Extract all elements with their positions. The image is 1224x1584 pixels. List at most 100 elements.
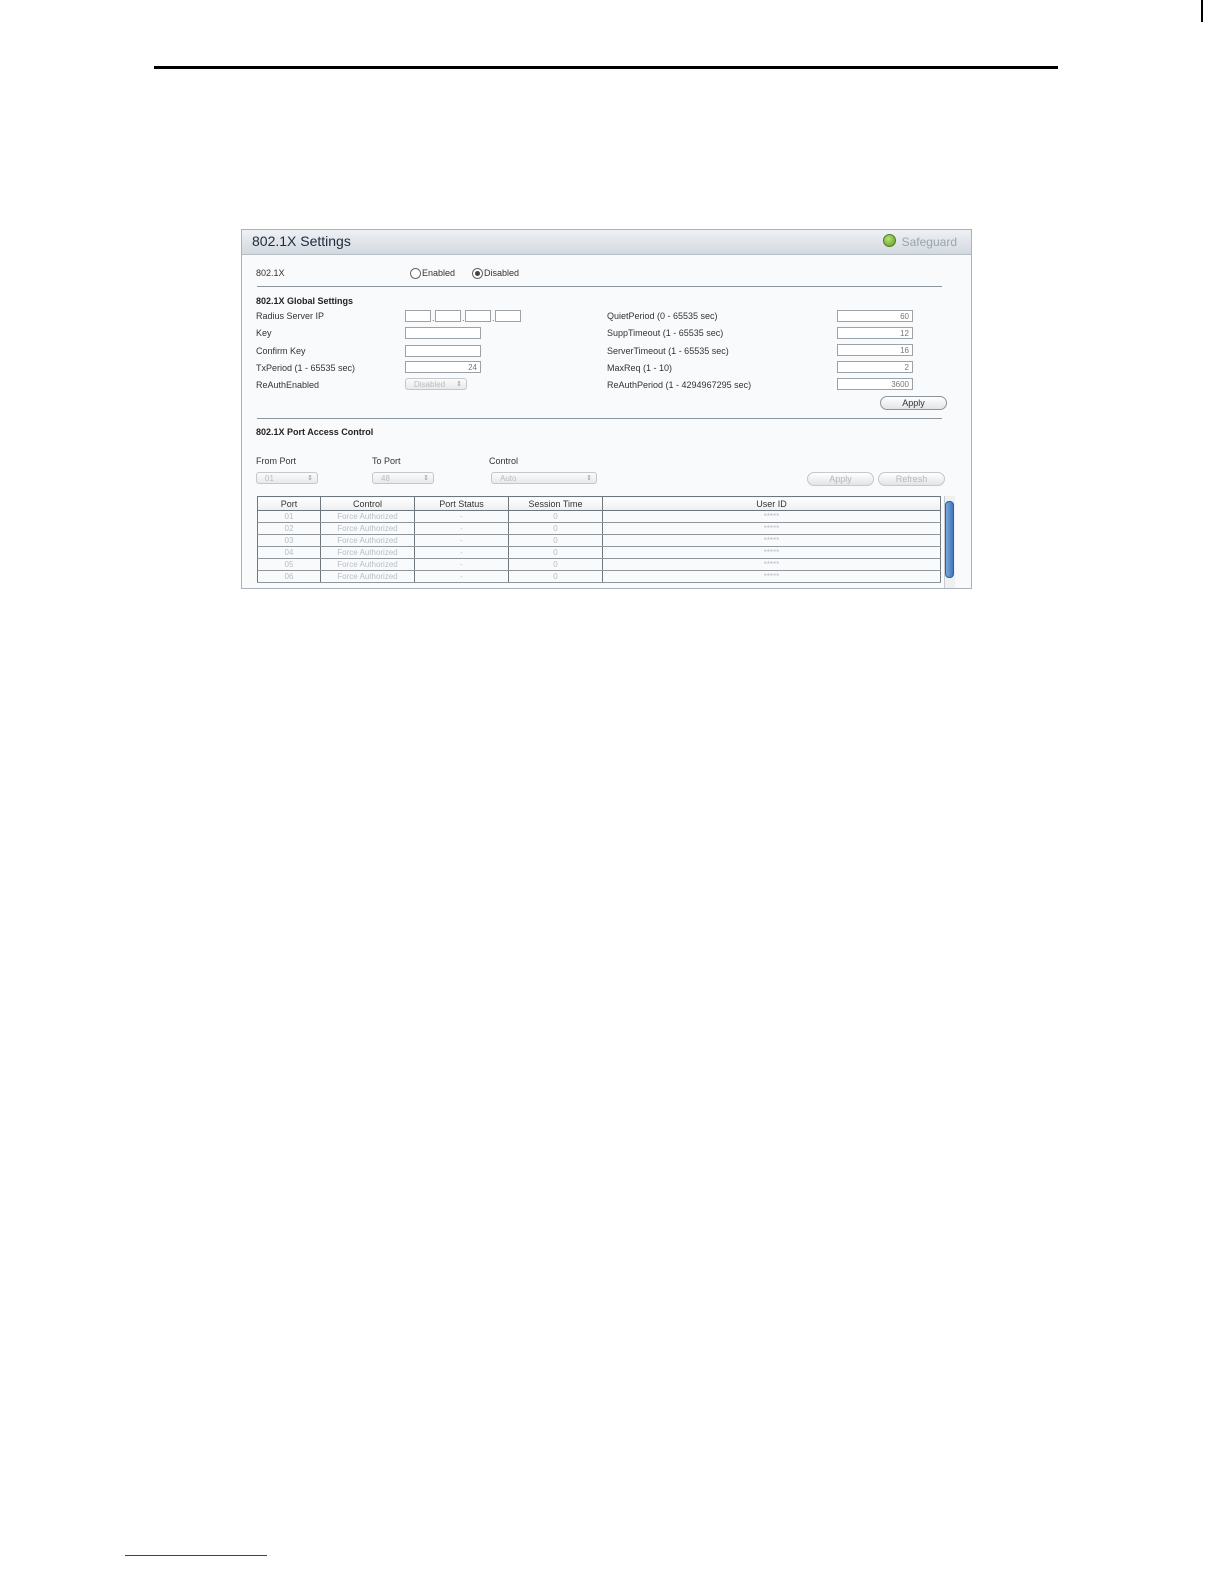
cell-session-time: 0 (508, 510, 603, 523)
cell-user-id: ***** (602, 534, 941, 547)
quiet-period-input[interactable]: 60 (837, 310, 913, 322)
port-apply-button[interactable]: Apply (807, 472, 874, 486)
cell-control: Force Authorized (320, 546, 415, 559)
cell-session-time: 0 (508, 534, 603, 547)
cell-session-time: 0 (508, 570, 603, 583)
radius-ip-octet-2[interactable] (435, 310, 461, 322)
cell-user-id: ***** (602, 510, 941, 523)
cell-port-status: - (414, 522, 509, 535)
port-access-title: 802.1X Port Access Control (256, 427, 374, 437)
supp-timeout-label: SuppTimeout (1 - 65535 sec) (607, 328, 724, 338)
to-port-label: To Port (372, 456, 401, 466)
select-arrow-icon: ⇕ (456, 381, 462, 388)
disabled-radio-label[interactable]: Disabled (484, 268, 519, 278)
cell-user-id: ***** (602, 522, 941, 535)
cell-control: Force Authorized (320, 570, 415, 583)
footnote-link-underline (125, 1555, 267, 1556)
key-label: Key (256, 328, 272, 338)
cell-session-time: 0 (508, 522, 603, 535)
cell-port: 02 (257, 522, 321, 535)
max-req-label: MaxReq (1 - 10) (607, 363, 673, 373)
cell-user-id: ***** (602, 558, 941, 571)
cell-control: Force Authorized (320, 558, 415, 571)
col-header-session-time[interactable]: Session Time (508, 496, 603, 511)
reauth-enabled-label: ReAuthEnabled (256, 380, 320, 390)
col-header-control[interactable]: Control (320, 496, 415, 511)
table-row[interactable]: 05 Force Authorized - 0 ***** (257, 558, 941, 571)
txperiod-label: TxPeriod (1 - 65535 sec) (256, 363, 356, 373)
port-access-table: Port Control Port Status Session Time Us… (257, 496, 941, 583)
col-header-user-id[interactable]: User ID (602, 496, 941, 511)
cell-session-time: 0 (508, 546, 603, 559)
to-port-select[interactable]: 48 ⇕ (372, 472, 434, 484)
cell-port-status: - (414, 546, 509, 559)
to-port-value: 48 (381, 474, 390, 483)
page-edge-mark (1201, 0, 1203, 22)
control-value: Auto (500, 474, 517, 483)
cell-control: Force Authorized (320, 510, 415, 523)
table-header-row: Port Control Port Status Session Time Us… (257, 496, 941, 511)
settings-panel: 802.1X Settings Safeguard 802.1X Enabled… (241, 229, 972, 589)
page-title: 802.1X Settings (252, 233, 351, 249)
enabled-radio-label[interactable]: Enabled (422, 268, 455, 278)
panel-header: 802.1X Settings Safeguard (242, 230, 971, 255)
radius-ip-octet-4[interactable] (495, 310, 521, 322)
safeguard-indicator: Safeguard (882, 234, 957, 249)
disabled-radio[interactable] (472, 268, 483, 279)
supp-timeout-input[interactable]: 12 (837, 327, 913, 339)
confirm-key-input[interactable] (405, 345, 481, 357)
table-scrollbar-thumb[interactable] (945, 501, 954, 578)
divider (257, 286, 942, 287)
header-rule (154, 66, 1058, 69)
cell-port-status: - (414, 558, 509, 571)
cell-port: 06 (257, 570, 321, 583)
control-select[interactable]: Auto ⇕ (491, 472, 597, 484)
server-timeout-input[interactable]: 16 (837, 344, 913, 356)
safeguard-icon (882, 234, 896, 247)
cell-port-status: - (414, 570, 509, 583)
quiet-period-label: QuietPeriod (0 - 65535 sec) (607, 311, 718, 321)
dot1x-label: 802.1X (256, 268, 285, 278)
cell-port-status: - (414, 534, 509, 547)
cell-port: 03 (257, 534, 321, 547)
reauth-enabled-select[interactable]: Disabled ⇕ (405, 378, 467, 390)
cell-user-id: ***** (602, 546, 941, 559)
global-apply-button[interactable]: Apply (880, 396, 947, 410)
key-input[interactable] (405, 327, 481, 339)
txperiod-input[interactable]: 24 (405, 361, 481, 373)
cell-control: Force Authorized (320, 534, 415, 547)
cell-port: 01 (257, 510, 321, 523)
cell-control: Force Authorized (320, 522, 415, 535)
global-settings-title: 802.1X Global Settings (256, 296, 354, 306)
table-row[interactable]: 04 Force Authorized - 0 ***** (257, 546, 941, 559)
cell-port: 04 (257, 546, 321, 559)
radius-ip-octet-3[interactable] (465, 310, 491, 322)
reauth-period-label: ReAuthPeriod (1 - 4294967295 sec) (607, 380, 752, 390)
reauth-period-input[interactable]: 3600 (837, 378, 913, 390)
max-req-input[interactable]: 2 (837, 361, 913, 373)
select-arrow-icon: ⇕ (586, 475, 592, 482)
from-port-value: 01 (265, 474, 274, 483)
from-port-select[interactable]: 01 ⇕ (256, 472, 318, 484)
table-row[interactable]: 06 Force Authorized - 0 ***** (257, 570, 941, 583)
from-port-label: From Port (256, 456, 297, 466)
col-header-port[interactable]: Port (257, 496, 321, 511)
confirm-key-label: Confirm Key (256, 346, 306, 356)
cell-port-status: - (414, 510, 509, 523)
cell-port: 05 (257, 558, 321, 571)
radius-ip-octet-1[interactable] (405, 310, 431, 322)
select-arrow-icon: ⇕ (423, 475, 429, 482)
select-arrow-icon: ⇕ (307, 475, 313, 482)
table-row[interactable]: 03 Force Authorized - 0 ***** (257, 534, 941, 547)
divider (257, 418, 942, 419)
safeguard-label: Safeguard (901, 235, 957, 249)
server-timeout-label: ServerTimeout (1 - 65535 sec) (607, 346, 729, 356)
col-header-port-status[interactable]: Port Status (414, 496, 509, 511)
table-row[interactable]: 02 Force Authorized - 0 ***** (257, 522, 941, 535)
refresh-button[interactable]: Refresh (878, 472, 945, 486)
table-row[interactable]: 01 Force Authorized - 0 ***** (257, 510, 941, 523)
radius-ip-label: Radius Server IP (256, 311, 325, 321)
cell-session-time: 0 (508, 558, 603, 571)
control-label: Control (489, 456, 519, 466)
enabled-radio[interactable] (410, 268, 421, 279)
